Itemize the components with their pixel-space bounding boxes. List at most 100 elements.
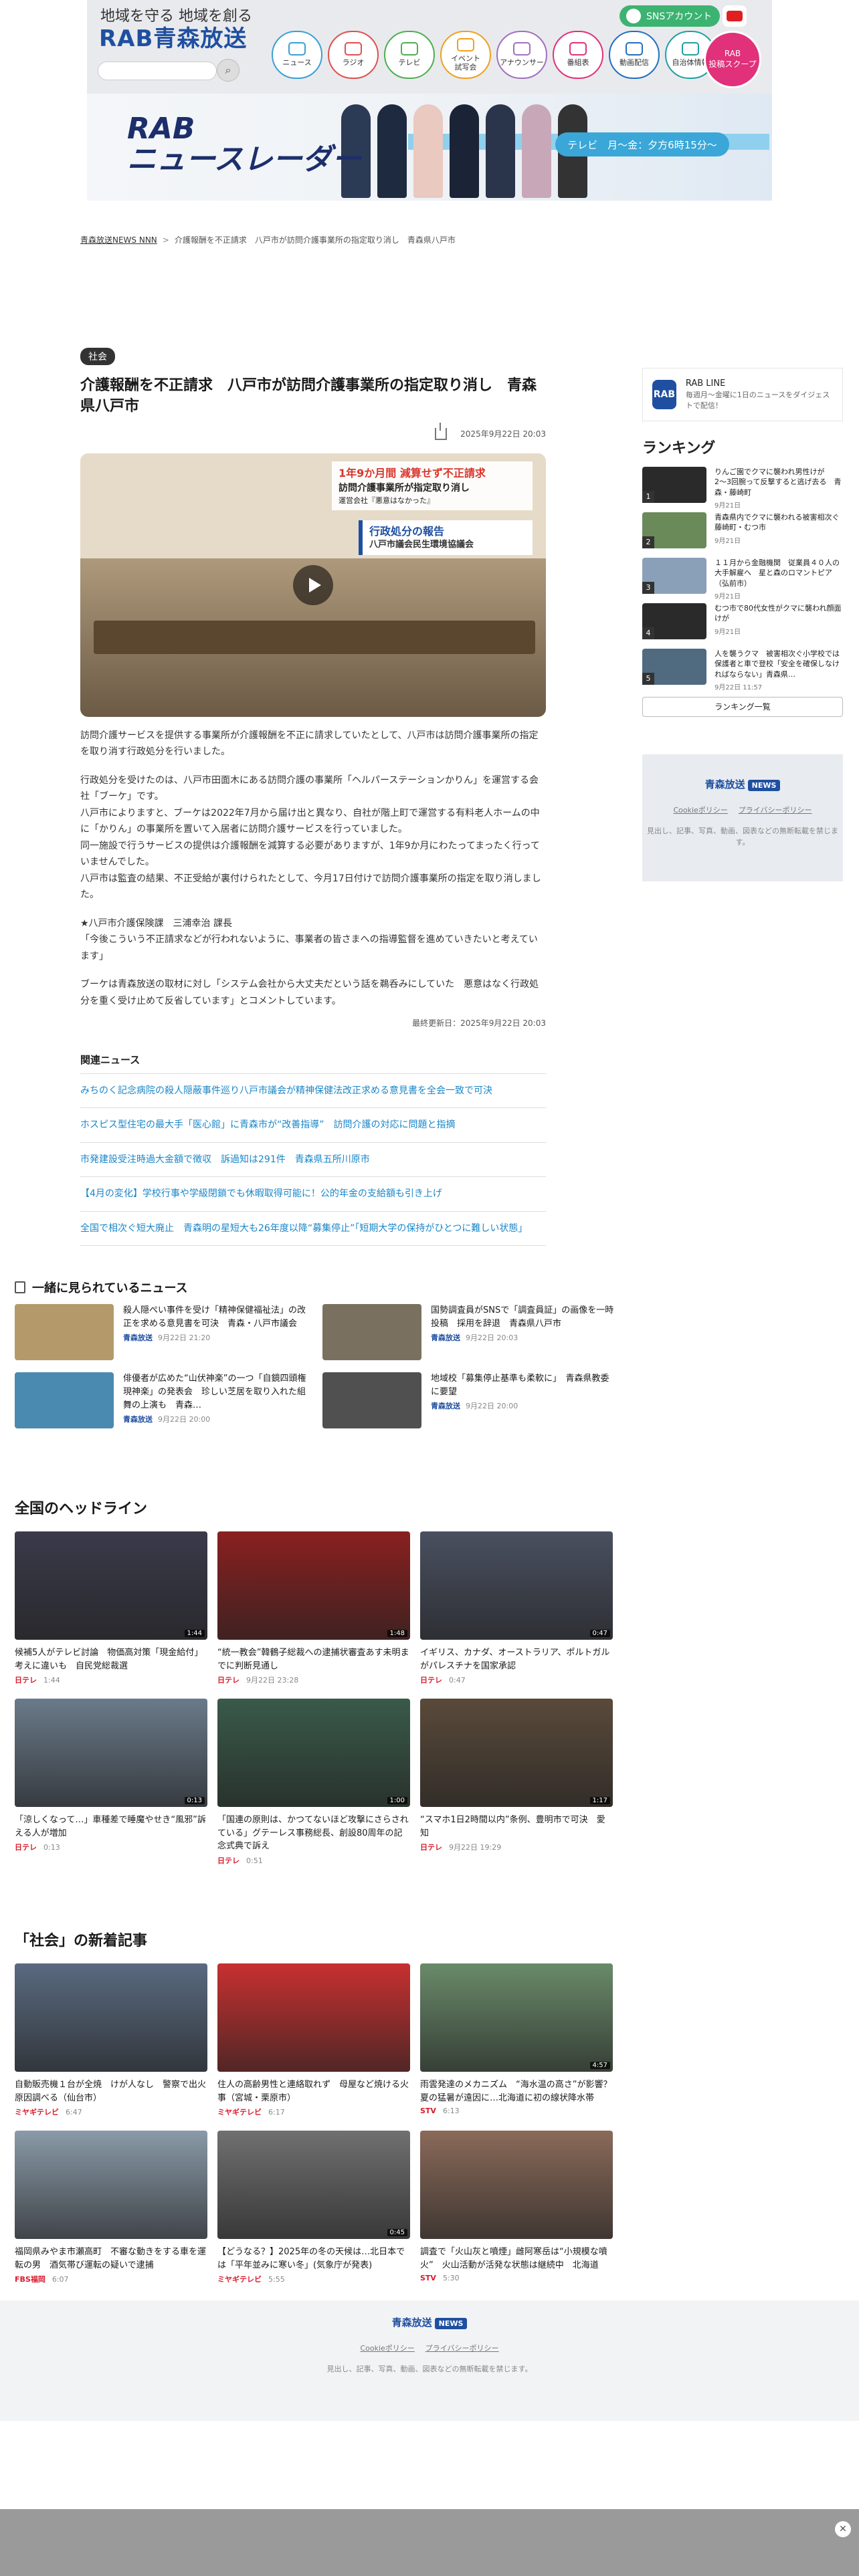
related-news-link[interactable]: みちのく記念病院の殺人隠蔽事件巡り八戸市議会が精神保健法改正求める意見書を全会一… xyxy=(80,1074,546,1109)
news-card-title: “スマホ1日2時間以内”条例、豊明市で可決 愛知 xyxy=(420,1815,605,1838)
search-input[interactable] xyxy=(98,62,217,80)
ranking-date: 9月21日 xyxy=(714,593,741,601)
news-card-title: 雨雲発達のメカニズム “海水温の高さ”が影響？ 夏の猛暑が遠因に…北海道に初の線… xyxy=(420,2080,621,2103)
source-name: 日テレ xyxy=(217,1676,240,1685)
footer-logo[interactable]: 青森放送 NEWS xyxy=(0,2315,859,2329)
cookie-policy-link[interactable]: Cookieポリシー xyxy=(360,2344,414,2353)
site-logo[interactable]: RAB青森放送 xyxy=(99,20,247,53)
ranking-item[interactable]: 4 むつ市で80代女性がクマに襲われ顔面けが 9月21日 xyxy=(642,603,843,649)
news-card[interactable]: 1:17 “スマホ1日2時間以内”条例、豊明市で可決 愛知日テレ 9月22日 19:… xyxy=(420,1699,613,1866)
news-card-source: ミヤギテレビ 6:47 xyxy=(15,2107,207,2117)
also-read-title: 地域校「募集停止基準も柔軟に」 青森県教委に要望 xyxy=(431,1374,609,1398)
ranking-thumbnail: 4 xyxy=(642,603,706,639)
news-card[interactable]: 1:00 「国連の原則は、かつてないほど攻撃にさらされている」グテーレス事務総長、… xyxy=(217,1699,410,1866)
ranking-item[interactable]: 5 人を襲うクマ 被害相次ぐ小学校では保護者と車で登校「安全を確保しなければならな… xyxy=(642,649,843,694)
anchor-photo xyxy=(522,104,551,198)
news-card[interactable]: 住人の高齢男性と連絡取れず 母屋など焼ける火事（宮城・栗原市） ミヤギテレビ 6:1… xyxy=(217,1963,410,2117)
also-read-item[interactable]: 殺人隠ぺい事件を受け「精神保健福祉法」の改正を求める意見書を可決 青森・八戸市議… xyxy=(15,1304,309,1360)
article-video[interactable]: 1年9か月間 減算せず不正請求 訪問介護事業所が指定取り消し 運営会社『悪意はな… xyxy=(80,453,546,717)
video-duration: 1:00 xyxy=(387,1797,407,1804)
also-read-item[interactable]: 俳優者が広めた“山伏神楽”の一つ「自鏡四頭権現神楽」の発表会 珍しい芝居を取り入… xyxy=(15,1372,309,1428)
sns-accounts-button[interactable]: SNSアカウント xyxy=(619,5,720,27)
nav-icon xyxy=(457,38,474,52)
rab-post-scoop-button[interactable]: RAB 投稿スクープ xyxy=(704,31,761,88)
news-card[interactable]: 調査で「火山灰と噴煙」雌阿寒岳は“小規模な噴火” 火山活動が活発な状態は継続中 … xyxy=(420,2131,613,2284)
news-card[interactable]: 0:47 イギリス、カナダ、オーストラリア、ポルトガルがパレスチナを国家承認 日テレ… xyxy=(420,1531,613,1685)
search-button[interactable]: ⌕ xyxy=(217,59,240,82)
ranking-more-button[interactable]: ランキング一覧 xyxy=(642,697,843,717)
nav-item[interactable]: イベント 試写会 xyxy=(440,31,491,79)
ranking-item[interactable]: 3 １１月から金融機関 従業員４０人の大手解雇へ 星と森のロマントピア（弘前市） 9… xyxy=(642,558,843,603)
source-date: 6:47 xyxy=(66,2108,82,2117)
nav-item[interactable]: アナウンサー xyxy=(496,31,547,79)
nav-label: テレビ xyxy=(398,58,421,68)
news-card[interactable]: 自動販売機１台が全焼 けが人なし 警察で出火原因調べる（仙台市） ミヤギテレビ 6:… xyxy=(15,1963,207,2117)
related-news-link[interactable]: 【4月の変化】学校行事や学級閉鎖でも休暇取得可能に！公的年金の支給額も引き上げ xyxy=(80,1177,546,1212)
privacy-policy-link[interactable]: プライバシーポリシー xyxy=(739,806,812,815)
ranking-text-block: むつ市で80代女性がクマに襲われ顔面けが 9月21日 xyxy=(714,603,843,649)
also-read-item[interactable]: 地域校「募集停止基準も柔軟に」 青森県教委に要望青森放送 9月22日 20:00 xyxy=(322,1372,617,1428)
nav-item[interactable]: 番組表 xyxy=(553,31,603,79)
nav-item[interactable]: ラジオ xyxy=(328,31,379,79)
play-icon[interactable] xyxy=(293,564,333,605)
source-date: 9月22日 23:28 xyxy=(246,1676,299,1685)
ranking-title: ランキング xyxy=(642,440,716,457)
news-radar-banner[interactable]: RAB ニュースレーダー テレビ 月〜金：夕方6時15分〜 xyxy=(87,94,772,201)
ranking-list: 1 りんご園でクマに襲われ男性けが 2〜3回腕って反撃すると逃げ去る 青森・藤崎町… xyxy=(642,467,846,694)
nav-icon xyxy=(682,42,699,56)
share-icon[interactable] xyxy=(435,422,448,440)
news-card[interactable]: 4:57 雨雲発達のメカニズム “海水温の高さ”が影響？ 夏の猛暑が遠因に…北海道… xyxy=(420,1963,621,2117)
news-card[interactable]: 0:13 「涼しくなって…」車種差で睡魔やせき“風邪”訴える人が増加 日テレ 0:13 xyxy=(15,1699,207,1866)
sidebar-footer-logo[interactable]: 青森放送 NEWS xyxy=(642,777,843,791)
toggle-icon xyxy=(626,9,641,23)
sidebar-footer-links: Cookieポリシー プライバシーポリシー xyxy=(642,804,843,815)
nav-icon xyxy=(401,42,418,56)
nav-item[interactable]: ニュース xyxy=(272,31,322,79)
related-news-link[interactable]: 市発建設受注時過大金額で徴収 訴過知は291件 青森県五所川原市 xyxy=(80,1143,546,1178)
also-read-source: 青森放送 9月22日 20:00 xyxy=(431,1400,617,1411)
source-date: 9月22日 20:00 xyxy=(158,1415,211,1424)
news-card[interactable]: 1:48 “統一教会”韓鶴子総裁への逮捕状審査あす未明までに判断見通し 日テレ 9月2… xyxy=(217,1531,410,1685)
youtube-button[interactable] xyxy=(723,5,747,27)
category-badge[interactable]: 社会 xyxy=(80,348,115,365)
article-paragraph: 訪問介護サービスを提供する事業所が介護報酬を不正に請求していたとして、八戸市は訪… xyxy=(80,730,539,758)
breadcrumb-home[interactable]: 青森放送NEWS NNN xyxy=(80,235,157,245)
footer-news-badge: NEWS xyxy=(747,780,781,791)
search-icon: ⌕ xyxy=(225,64,231,76)
news-card[interactable]: 福岡県みやま市瀬高町 不審な動きをする車を運転の男 酒気帯び運転の疑いで逮捕 FB… xyxy=(15,2131,207,2284)
banner-title-1: RAB xyxy=(127,112,195,146)
news-card-source: STV 5:30 xyxy=(420,2274,613,2282)
rab-post-label: RAB 投稿スクープ xyxy=(708,49,757,69)
news-card-source: 日テレ 9月22日 19:29 xyxy=(420,1842,613,1852)
source-date: 9月22日 20:03 xyxy=(466,1333,518,1343)
nav-item[interactable]: テレビ xyxy=(384,31,435,79)
source-date: 0:47 xyxy=(449,1676,466,1685)
nav-item[interactable]: 動画配信 xyxy=(609,31,660,79)
site-header: 地域を守る 地域を創る RAB青森放送 ⌕ ニュース ラジオ テレビ イベント 試写会… xyxy=(87,0,772,201)
close-icon[interactable]: ✕ xyxy=(835,2521,851,2537)
ranking-text-block: 青森県内でクマに襲われる被害相次ぐ 藤崎町・むつ市 9月21日 xyxy=(714,512,846,558)
ranking-item[interactable]: 2 青森県内でクマに襲われる被害相次ぐ 藤崎町・むつ市 9月21日 xyxy=(642,512,846,558)
anchor-photo xyxy=(486,104,515,198)
ranking-item[interactable]: 1 りんご園でクマに襲われ男性けが 2〜3回腕って反撃すると逃げ去る 青森・藤崎町… xyxy=(642,467,843,512)
board-title: 行政処分の報告 xyxy=(369,524,445,538)
last-updated: 最終更新日：2025年9月22日 20:03 xyxy=(412,1018,546,1029)
rab-line-banner[interactable]: RAB RAB LINE 毎週月〜金曜に1日のニュースをダイジェストで配信！ xyxy=(642,368,843,421)
also-read-item[interactable]: 国勢調査員がSNSで「調査員証」の画像を一時投稿 採用を辞退 青森県八戸市 青森放… xyxy=(322,1304,617,1360)
video-duration: 1:17 xyxy=(589,1797,610,1804)
main-nav: ニュース ラジオ テレビ イベント 試写会 アナウンサー 番組表 動画配信 自治体情報 xyxy=(272,31,716,79)
footer-news-badge: NEWS xyxy=(434,2318,468,2329)
news-card[interactable]: 1:44 候補5人がテレビ討論 物価高対策「現金給付」考えに違いも 自民党総裁選日… xyxy=(15,1531,207,1685)
meeting-table xyxy=(94,620,535,654)
source-name: 青森放送 xyxy=(123,1415,153,1424)
article-paragraph: ブーケは青森放送の取材に対し「システム会社から大丈夫だという話を鵜呑みにしていた… xyxy=(80,979,539,1006)
ranking-thumbnail: 1 xyxy=(642,467,706,503)
related-news-link[interactable]: ホスピス型住宅の最大手「医心館」に青森市が“改善指導” 訪問介護の対応に問題と指… xyxy=(80,1108,546,1143)
cookie-policy-link[interactable]: Cookieポリシー xyxy=(673,806,727,815)
related-news-link[interactable]: 全国で相次ぐ短大廃止 青森明の星短大も26年度以降“募集停止”「短期大学の保持が… xyxy=(80,1212,546,1247)
privacy-policy-link[interactable]: プライバシーポリシー xyxy=(425,2344,499,2353)
news-card[interactable]: 0:45 【どうなる？】2025年の冬の天候は…北日本では「平年並みに寒い冬」(気… xyxy=(217,2131,410,2284)
video-duration: 4:57 xyxy=(589,2062,610,2069)
source-name: 青森放送 xyxy=(123,1333,153,1343)
news-card-source: 日テレ 1:44 xyxy=(15,1675,207,1685)
